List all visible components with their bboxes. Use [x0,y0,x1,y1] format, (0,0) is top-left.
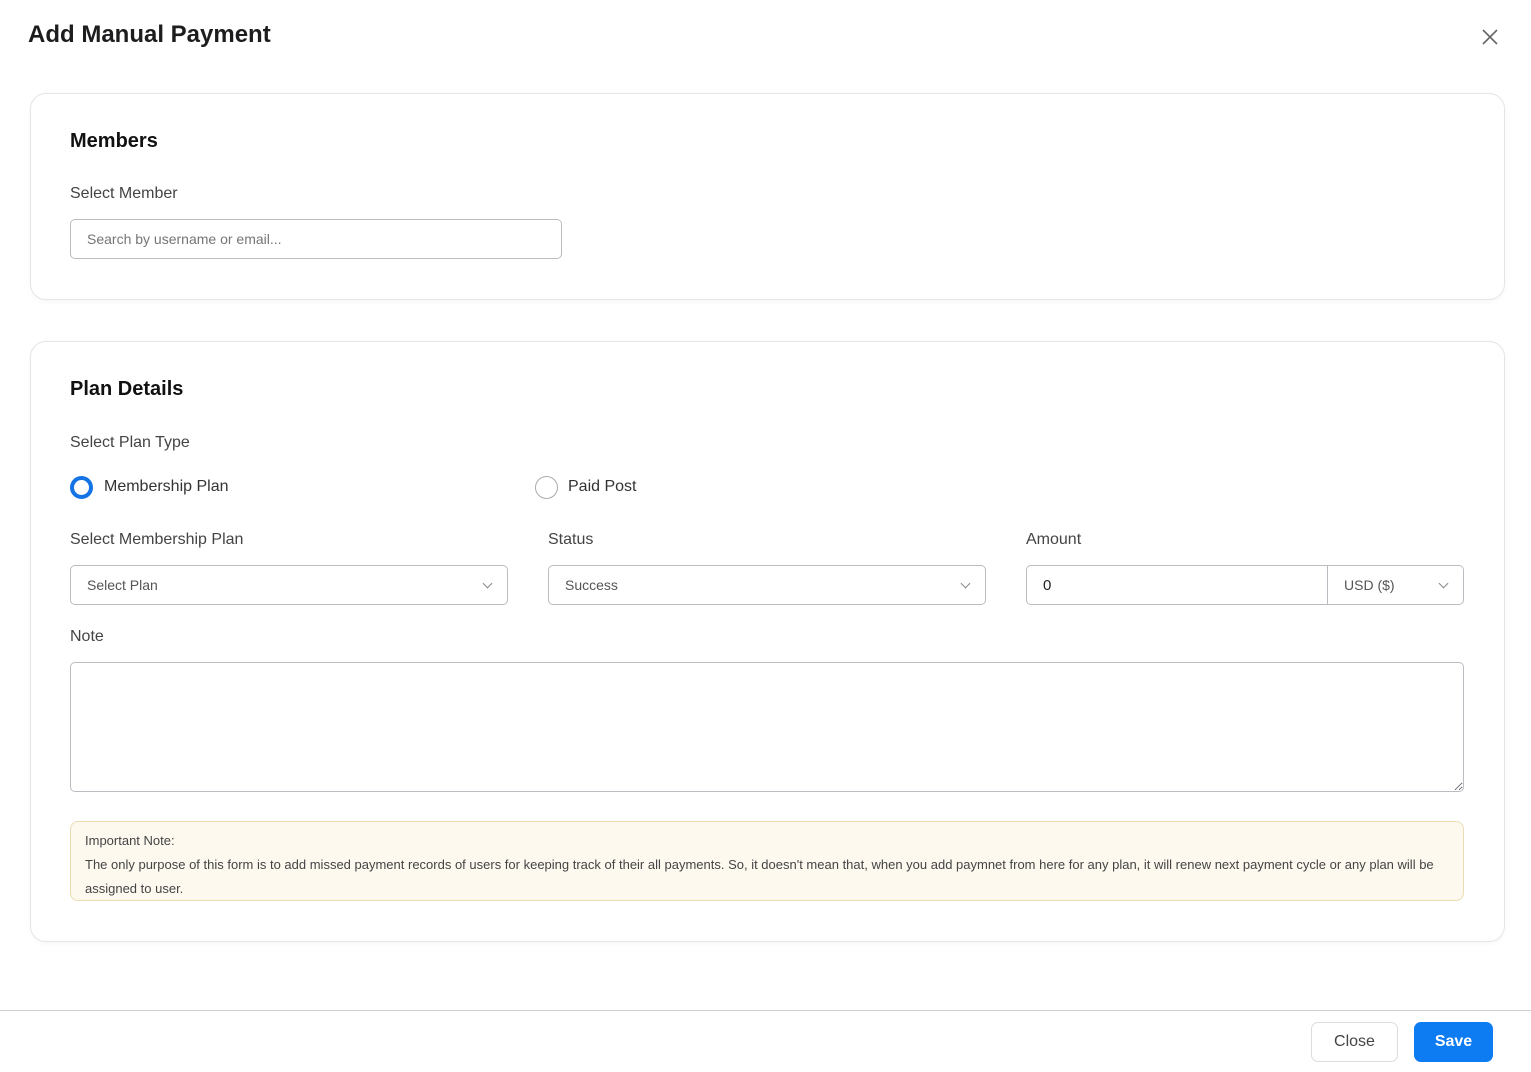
chevron-down-icon [960,578,971,589]
radio-membership-plan[interactable] [70,476,93,499]
note-textarea[interactable] [70,662,1464,792]
close-icon[interactable] [1478,25,1502,49]
chevron-down-icon [482,578,493,589]
radio-membership-plan-label[interactable]: Membership Plan [104,478,229,496]
status-value: Success [565,577,618,593]
status-label: Status [548,531,594,548]
footer-divider [0,1010,1531,1011]
radio-paid-post[interactable] [535,476,558,499]
plan-details-heading: Plan Details [70,378,184,400]
important-note-title: Important Note: [85,833,175,848]
member-search-input[interactable] [70,219,562,259]
membership-plan-value: Select Plan [87,577,158,593]
membership-plan-select[interactable]: Select Plan [70,565,508,605]
chevron-down-icon [1438,578,1449,589]
currency-value: USD ($) [1344,577,1395,593]
select-member-label: Select Member [70,185,178,202]
close-button[interactable]: Close [1311,1022,1398,1062]
important-note-text: The only purpose of this form is to add … [85,857,1434,896]
save-button[interactable]: Save [1414,1022,1493,1062]
status-select[interactable]: Success [548,565,986,605]
membership-plan-label: Select Membership Plan [70,531,244,548]
important-note: Important Note: The only purpose of this… [70,821,1464,901]
plan-type-label: Select Plan Type [70,434,190,451]
amount-input[interactable]: 0 [1026,565,1328,605]
members-card [30,93,1505,300]
members-heading: Members [70,130,158,152]
radio-paid-post-label[interactable]: Paid Post [568,478,636,496]
amount-value: 0 [1043,576,1052,594]
currency-select[interactable]: USD ($) [1327,565,1464,605]
dialog-title: Add Manual Payment [28,21,271,48]
amount-label: Amount [1026,531,1082,548]
note-label: Note [70,628,104,645]
